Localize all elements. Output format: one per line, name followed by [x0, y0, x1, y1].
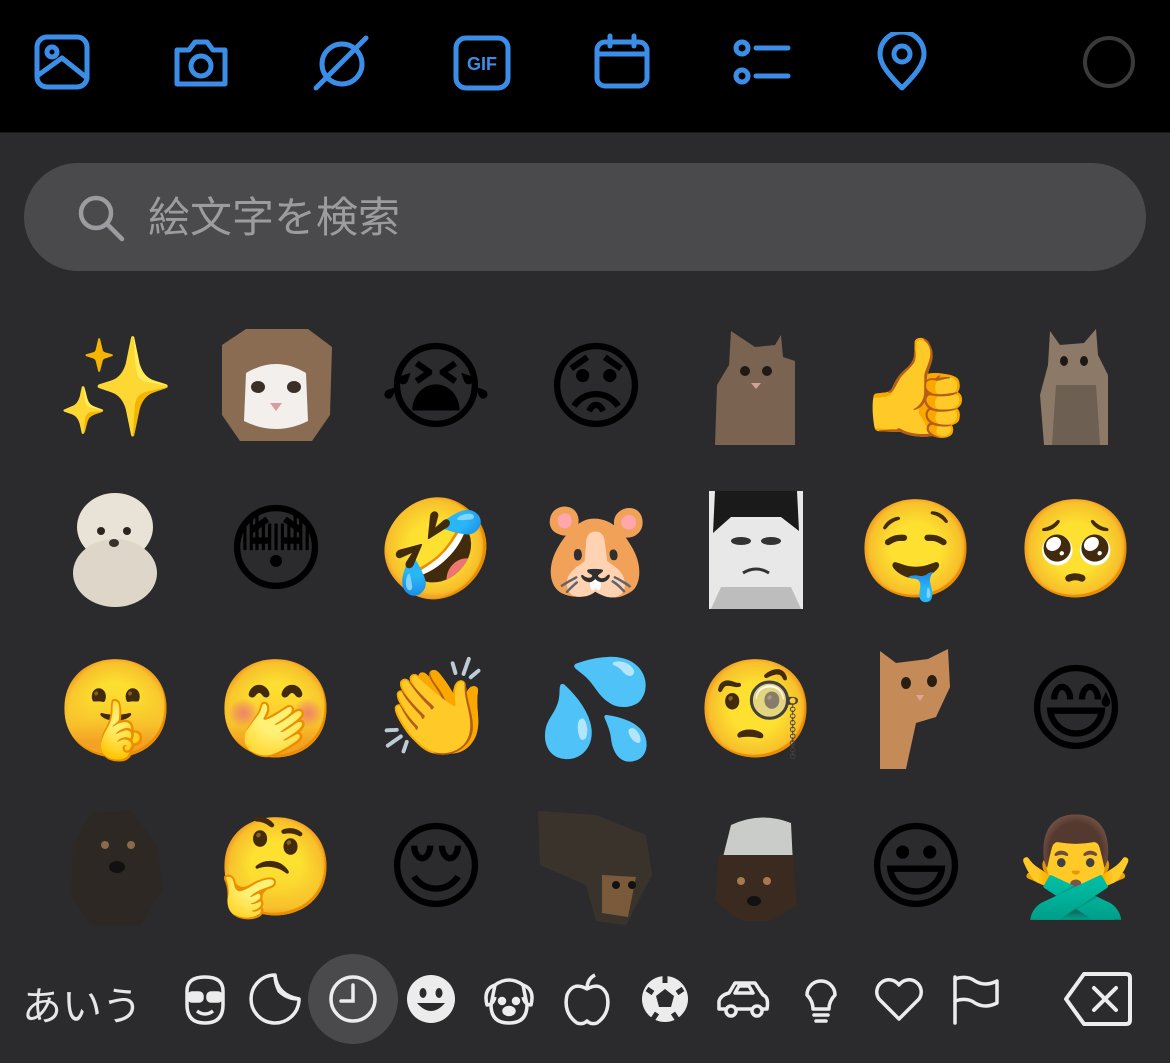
cat-sticker — [880, 649, 950, 769]
svg-text:GIF: GIF — [467, 54, 497, 74]
emoji-cell[interactable]: 🤭 — [216, 644, 336, 774]
emoji-cell[interactable]: ✨ — [56, 322, 176, 452]
emoji: 😳 — [225, 493, 327, 605]
emoji: 😭 — [379, 331, 493, 443]
composer-toolbar: GIF — [0, 0, 1170, 133]
emoji: 👏 — [376, 653, 496, 765]
camera-icon[interactable] — [171, 32, 231, 92]
dog-sticker — [538, 811, 652, 925]
emoji: 🤣 — [376, 493, 496, 605]
emoji-grid: ✨ 😭 😟 👍 — [0, 0, 1170, 1063]
emoji-cell[interactable]: 🤤 — [856, 484, 976, 614]
cat-sticker — [715, 331, 795, 445]
cat-sticker — [1040, 329, 1108, 445]
emoji-cell[interactable]: 👍 — [856, 322, 976, 452]
emoji: 🤭 — [216, 653, 336, 765]
emoji-cell[interactable]: 😅 — [1016, 644, 1136, 774]
emoji-cell[interactable]: 😟 — [536, 322, 656, 452]
emoji-cell[interactable]: 🙅‍♂️ — [1016, 802, 1136, 932]
manga-sticker — [709, 491, 803, 609]
emoji: 🐹 — [536, 493, 656, 605]
keyboard-switch-button[interactable]: あいう — [22, 974, 142, 1032]
emoji-cell[interactable]: 🤣 — [376, 484, 496, 614]
toolbar-divider — [0, 132, 1170, 133]
emoji-cell[interactable]: 🥺 — [1016, 484, 1136, 614]
smiley-icon[interactable] — [400, 968, 462, 1030]
image-icon[interactable] — [32, 32, 92, 92]
emoji: 😃 — [865, 811, 967, 923]
emoji: 🧐 — [696, 653, 816, 765]
emoji: 🙅‍♂️ — [1016, 811, 1136, 923]
travel-car-icon[interactable] — [712, 968, 774, 1030]
emoji: 👍 — [856, 331, 976, 443]
search-icon — [78, 195, 125, 242]
gif-icon[interactable]: GIF — [452, 32, 512, 92]
emoji: 🤤 — [856, 493, 976, 605]
location-pin-icon[interactable] — [872, 32, 932, 92]
emoji: 🥺 — [1016, 493, 1136, 605]
emoji-cell[interactable]: 🧐 — [696, 644, 816, 774]
emoji: ✨ — [56, 331, 176, 443]
emoji-cell[interactable]: 🤫 — [56, 644, 176, 774]
emoji: 🤔 — [216, 811, 336, 923]
sticker-cell[interactable] — [56, 802, 176, 932]
list-icon[interactable] — [732, 32, 792, 92]
sticker-cell[interactable] — [696, 802, 816, 932]
sticker-cell[interactable] — [856, 644, 976, 774]
sticker-icon[interactable] — [244, 968, 306, 1030]
sticker-cell[interactable] — [216, 322, 336, 452]
emoji-cell[interactable]: 🐹 — [536, 484, 656, 614]
delete-backward-icon[interactable] — [1062, 970, 1134, 1028]
emoji-cell[interactable]: 👏 — [376, 644, 496, 774]
dog-sticker — [73, 493, 157, 607]
sticker-cell[interactable] — [696, 322, 816, 452]
animal-icon[interactable] — [478, 968, 540, 1030]
food-apple-icon[interactable] — [556, 968, 618, 1030]
symbols-heart-icon[interactable] — [868, 968, 930, 1030]
emoji: 🤫 — [56, 653, 176, 765]
emoji: 💦 — [536, 653, 656, 765]
sticker-cell[interactable] — [56, 484, 176, 614]
sticker-cell[interactable] — [536, 802, 656, 932]
calendar-icon[interactable] — [592, 32, 652, 92]
activity-ball-icon[interactable] — [634, 968, 696, 1030]
sticker-cell[interactable] — [1016, 322, 1136, 452]
no-entry-icon[interactable] — [312, 32, 372, 92]
sticker-cell[interactable] — [696, 484, 816, 614]
emoji: 😅 — [1025, 653, 1127, 765]
objects-bulb-icon[interactable] — [790, 968, 852, 1030]
progress-circle-icon — [1079, 32, 1139, 92]
emoji-cell[interactable]: 💦 — [536, 644, 656, 774]
emoji-cell[interactable]: 😌 — [376, 802, 496, 932]
emoji-search-input[interactable] — [148, 187, 1108, 247]
emoji: 😌 — [385, 811, 487, 923]
emoji-cell[interactable]: 😃 — [856, 802, 976, 932]
dog-sticker — [71, 811, 163, 925]
emoji-cell[interactable]: 😳 — [216, 484, 336, 614]
dog-sticker — [715, 817, 797, 921]
emoji: 😟 — [545, 331, 647, 443]
emoji-search-bar[interactable] — [24, 163, 1146, 271]
emoji-cell[interactable]: 😭 — [376, 322, 496, 452]
flags-icon[interactable] — [944, 968, 1006, 1030]
cat-sticker — [222, 329, 332, 441]
emoji-cell[interactable]: 🤔 — [216, 802, 336, 932]
recent-clock-icon[interactable] — [322, 968, 384, 1030]
memoji-icon[interactable] — [174, 968, 236, 1030]
